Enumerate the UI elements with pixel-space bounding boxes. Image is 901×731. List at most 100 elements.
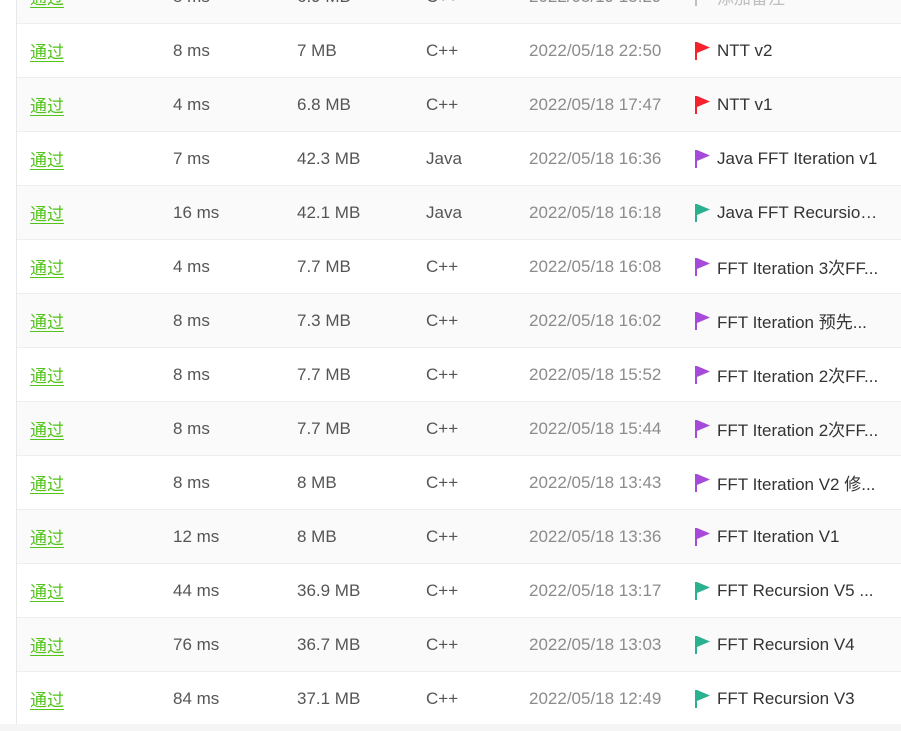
submit-time: 2022/05/18 13:43: [529, 472, 662, 492]
flag-icon[interactable]: [694, 149, 712, 169]
language-value: C++: [426, 688, 459, 708]
status-link[interactable]: 通过: [30, 470, 64, 495]
status-link[interactable]: 通过: [30, 308, 64, 333]
flag-icon[interactable]: [694, 419, 712, 439]
status-link[interactable]: 通过: [30, 92, 64, 117]
status-link[interactable]: 通过: [30, 362, 64, 387]
flag-icon[interactable]: [694, 635, 712, 655]
note-button[interactable]: FFT Iteration 2次FF...: [694, 416, 884, 441]
note-label: NTT v2: [717, 40, 773, 60]
note-label: FFT Iteration V1: [717, 526, 840, 546]
flag-icon[interactable]: [694, 365, 712, 385]
status-link[interactable]: 通过: [30, 254, 64, 279]
note-button[interactable]: 添加备注: [694, 0, 884, 9]
note-button[interactable]: NTT v1: [694, 95, 884, 115]
note-button[interactable]: FFT Iteration 3次FF...: [694, 254, 884, 279]
language-value: C++: [426, 40, 459, 60]
note-button[interactable]: FFT Recursion V3: [694, 689, 884, 709]
submit-time: 2022/05/18 16:08: [529, 256, 662, 276]
memory-value: 7.3 MB: [297, 310, 351, 330]
status-link[interactable]: 通过: [30, 200, 64, 225]
note-button[interactable]: NTT v2: [694, 41, 884, 61]
note-button[interactable]: FFT Iteration 2次FF...: [694, 362, 884, 387]
note-button[interactable]: FFT Recursion V4: [694, 635, 884, 655]
note-label: Java FFT Iteration v1: [717, 148, 878, 168]
note-label: FFT Iteration 预先...: [717, 313, 867, 332]
language-value: Java: [426, 202, 462, 222]
memory-value: 7.7 MB: [297, 256, 351, 276]
note-label: 添加备注: [717, 0, 785, 9]
flag-icon[interactable]: [694, 257, 712, 277]
note-label: FFT Recursion V5 ...: [717, 580, 874, 600]
submit-time: 2022/05/19 15:29: [529, 0, 661, 7]
status-link[interactable]: 通过: [30, 0, 64, 9]
note-label: FFT Iteration 2次FF...: [717, 421, 879, 440]
table-row: 通过 7 ms 42.3 MB Java 2022/05/18 16:36 Java FF…: [17, 132, 901, 186]
language-value: C++: [426, 94, 459, 114]
submit-time: 2022/05/18 15:52: [529, 364, 662, 384]
runtime-value: 8 ms: [173, 472, 210, 492]
note-button[interactable]: FFT Recursion V5 ...: [694, 581, 884, 601]
memory-value: 7.7 MB: [297, 364, 351, 384]
language-value: C++: [426, 364, 459, 384]
language-value: C++: [426, 310, 459, 330]
note-label: FFT Recursion V3: [717, 688, 855, 708]
runtime-value: 12 ms: [173, 526, 220, 546]
submit-time: 2022/05/18 15:44: [529, 418, 662, 438]
runtime-value: 76 ms: [173, 634, 220, 654]
table-row: 通过 8 ms 7.7 MB C++ 2022/05/18 15:44 FFT Itera…: [17, 402, 901, 456]
table-row: 通过 16 ms 42.1 MB Java 2022/05/18 16:18 Java F…: [17, 186, 901, 240]
language-value: C++: [426, 634, 459, 654]
flag-icon[interactable]: [694, 41, 712, 61]
note-button[interactable]: FFT Iteration 预先...: [694, 308, 884, 333]
runtime-value: 4 ms: [173, 94, 210, 114]
status-link[interactable]: 通过: [30, 578, 64, 603]
submit-time: 2022/05/18 16:18: [529, 202, 662, 222]
flag-icon[interactable]: [694, 203, 712, 223]
flag-icon[interactable]: [694, 689, 712, 709]
status-link[interactable]: 通过: [30, 38, 64, 63]
table-row: 通过 8 ms 7.3 MB C++ 2022/05/18 16:02 FFT Itera…: [17, 294, 901, 348]
runtime-value: 8 ms: [173, 418, 210, 438]
note-button[interactable]: FFT Iteration V2 修...: [694, 470, 884, 495]
flag-icon[interactable]: [694, 0, 712, 7]
runtime-value: 84 ms: [173, 688, 220, 708]
submissions-table: 通过8 ms6.9 MBC++2022/05/19 15:29添加备注通过8 m…: [16, 0, 901, 726]
table-row: 通过 44 ms 36.9 MB C++ 2022/05/18 13:17 FFT Rec…: [17, 564, 901, 618]
status-link[interactable]: 通过: [30, 686, 64, 711]
runtime-value: 8 ms: [173, 310, 210, 330]
memory-value: 7.7 MB: [297, 418, 351, 438]
memory-value: 6.8 MB: [297, 94, 351, 114]
status-link[interactable]: 通过: [30, 146, 64, 171]
flag-icon[interactable]: [694, 527, 712, 547]
note-button[interactable]: Java FFT Recursion ...: [694, 203, 884, 223]
runtime-value: 16 ms: [173, 202, 220, 222]
note-label: FFT Iteration V2 修...: [717, 475, 876, 494]
language-value: C++: [426, 526, 459, 546]
flag-icon[interactable]: [694, 95, 712, 115]
scroll-area-bottom: [0, 724, 901, 731]
runtime-value: 4 ms: [173, 256, 210, 276]
note-label: FFT Recursion V4: [717, 634, 855, 654]
submit-time: 2022/05/18 13:17: [529, 580, 662, 600]
note-button[interactable]: Java FFT Iteration v1: [694, 149, 884, 169]
status-link[interactable]: 通过: [30, 524, 64, 549]
language-value: C++: [426, 580, 459, 600]
note-button[interactable]: FFT Iteration V1: [694, 527, 884, 547]
submit-time: 2022/05/18 22:50: [529, 40, 662, 60]
table-row: 通过 12 ms 8 MB C++ 2022/05/18 13:36 FFT Iterat…: [17, 510, 901, 564]
submit-time: 2022/05/18 13:36: [529, 526, 662, 546]
language-value: Java: [426, 148, 462, 168]
status-link[interactable]: 通过: [30, 632, 64, 657]
memory-value: 42.3 MB: [297, 148, 361, 168]
status-link[interactable]: 通过: [30, 416, 64, 441]
flag-icon[interactable]: [694, 473, 712, 493]
submit-time: 2022/05/18 17:47: [529, 94, 662, 114]
memory-value: 8 MB: [297, 526, 337, 546]
language-value: C++: [426, 418, 459, 438]
memory-value: 7 MB: [297, 40, 337, 60]
flag-icon[interactable]: [694, 581, 712, 601]
flag-icon[interactable]: [694, 311, 712, 331]
table-row: 通过 8 ms 6.9 MB C++ 2022/05/19 15:29 添加备注: [17, 0, 901, 24]
runtime-value: 7 ms: [173, 148, 210, 168]
